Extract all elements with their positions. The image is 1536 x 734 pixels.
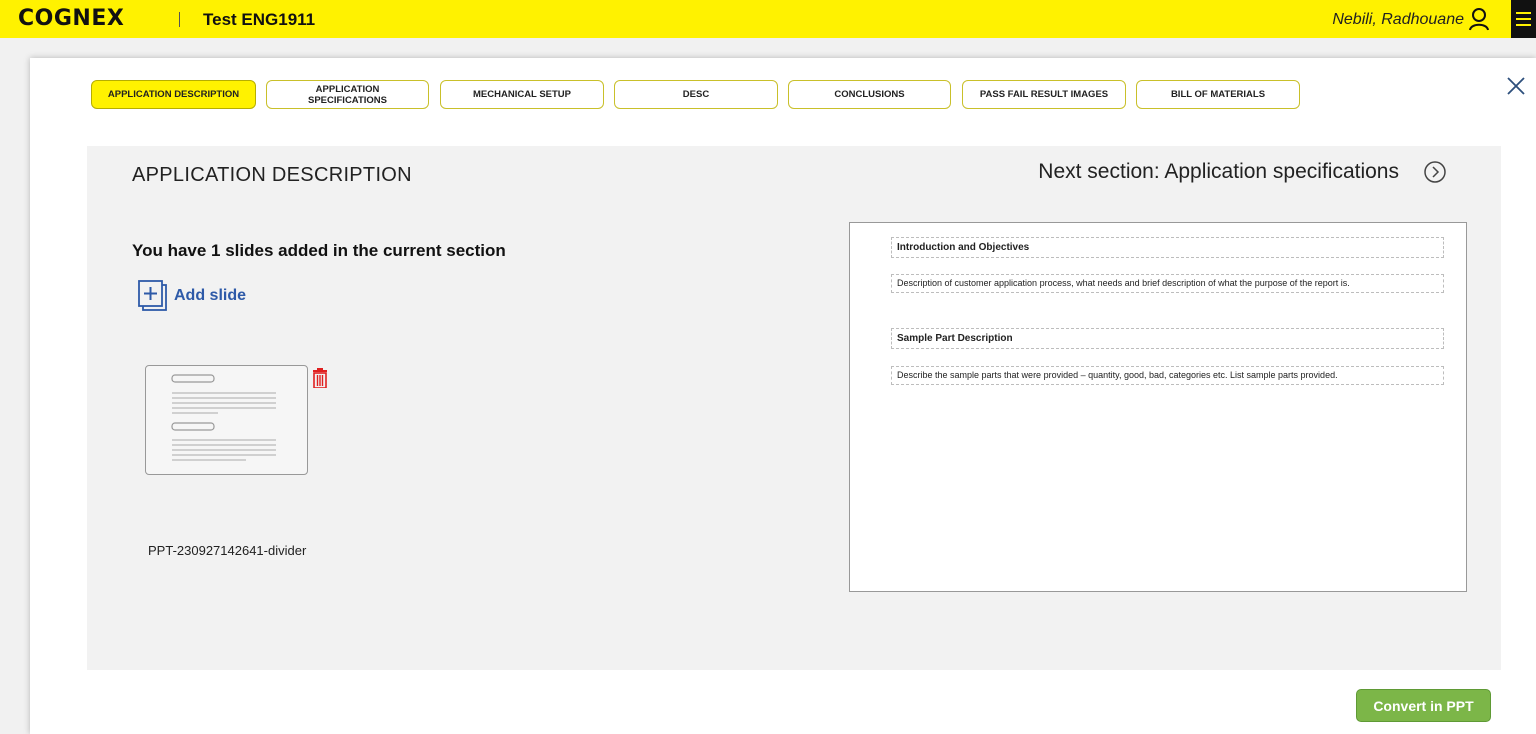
slide-name: PPT-230927142641-divider bbox=[148, 543, 307, 558]
tab-conclusions[interactable]: CONCLUSIONS bbox=[788, 80, 951, 109]
tab-application-specifications[interactable]: APPLICATION SPECIFICATIONS bbox=[266, 80, 429, 109]
trash-icon[interactable] bbox=[312, 368, 328, 388]
section-title: APPLICATION DESCRIPTION bbox=[132, 164, 412, 186]
slide-thumbnail[interactable] bbox=[145, 365, 308, 475]
add-slide-button[interactable]: Add slide bbox=[137, 279, 246, 313]
user-icon[interactable] bbox=[1468, 7, 1490, 31]
close-icon[interactable] bbox=[1505, 75, 1527, 97]
top-bar: COGNEX Test ENG1911 Nebili, Radhouane bbox=[0, 0, 1536, 38]
hamburger-menu-icon[interactable] bbox=[1511, 0, 1536, 38]
tab-mechanical-setup[interactable]: MECHANICAL SETUP bbox=[440, 80, 604, 109]
logo-separator bbox=[179, 12, 180, 27]
slide-layout-icon bbox=[171, 374, 276, 461]
section-panel: APPLICATION DESCRIPTION Next section: Ap… bbox=[87, 146, 1501, 670]
cognex-logo[interactable]: COGNEX bbox=[18, 7, 124, 31]
convert-in-ppt-button[interactable]: Convert in PPT bbox=[1356, 689, 1491, 722]
preview-text: Describe the sample parts that were prov… bbox=[891, 366, 1444, 385]
chevron-right-circle-icon[interactable] bbox=[1423, 160, 1447, 184]
project-title: Test ENG1911 bbox=[203, 10, 316, 29]
add-slide-icon bbox=[138, 280, 167, 311]
next-section-link[interactable]: Next section: Application specifications bbox=[1038, 159, 1399, 185]
preview-text: Description of customer application proc… bbox=[891, 274, 1444, 293]
slide-preview: Introduction and Objectives Description … bbox=[849, 222, 1467, 592]
tab-application-description[interactable]: APPLICATION DESCRIPTION bbox=[91, 80, 256, 109]
user-name[interactable]: Nebili, Radhouane bbox=[1332, 10, 1464, 30]
report-editor-modal: APPLICATION DESCRIPTION APPLICATION SPEC… bbox=[30, 58, 1536, 734]
tab-desc[interactable]: DESC bbox=[614, 80, 778, 109]
slides-count-text: You have 1 slides added in the current s… bbox=[132, 241, 506, 260]
preview-heading: Introduction and Objectives bbox=[891, 237, 1444, 258]
preview-heading: Sample Part Description bbox=[891, 328, 1444, 349]
tab-bill-of-materials[interactable]: BILL OF MATERIALS bbox=[1136, 80, 1300, 109]
tab-pass-fail-result-images[interactable]: PASS FAIL RESULT IMAGES bbox=[962, 80, 1126, 109]
add-slide-label: Add slide bbox=[174, 287, 247, 304]
